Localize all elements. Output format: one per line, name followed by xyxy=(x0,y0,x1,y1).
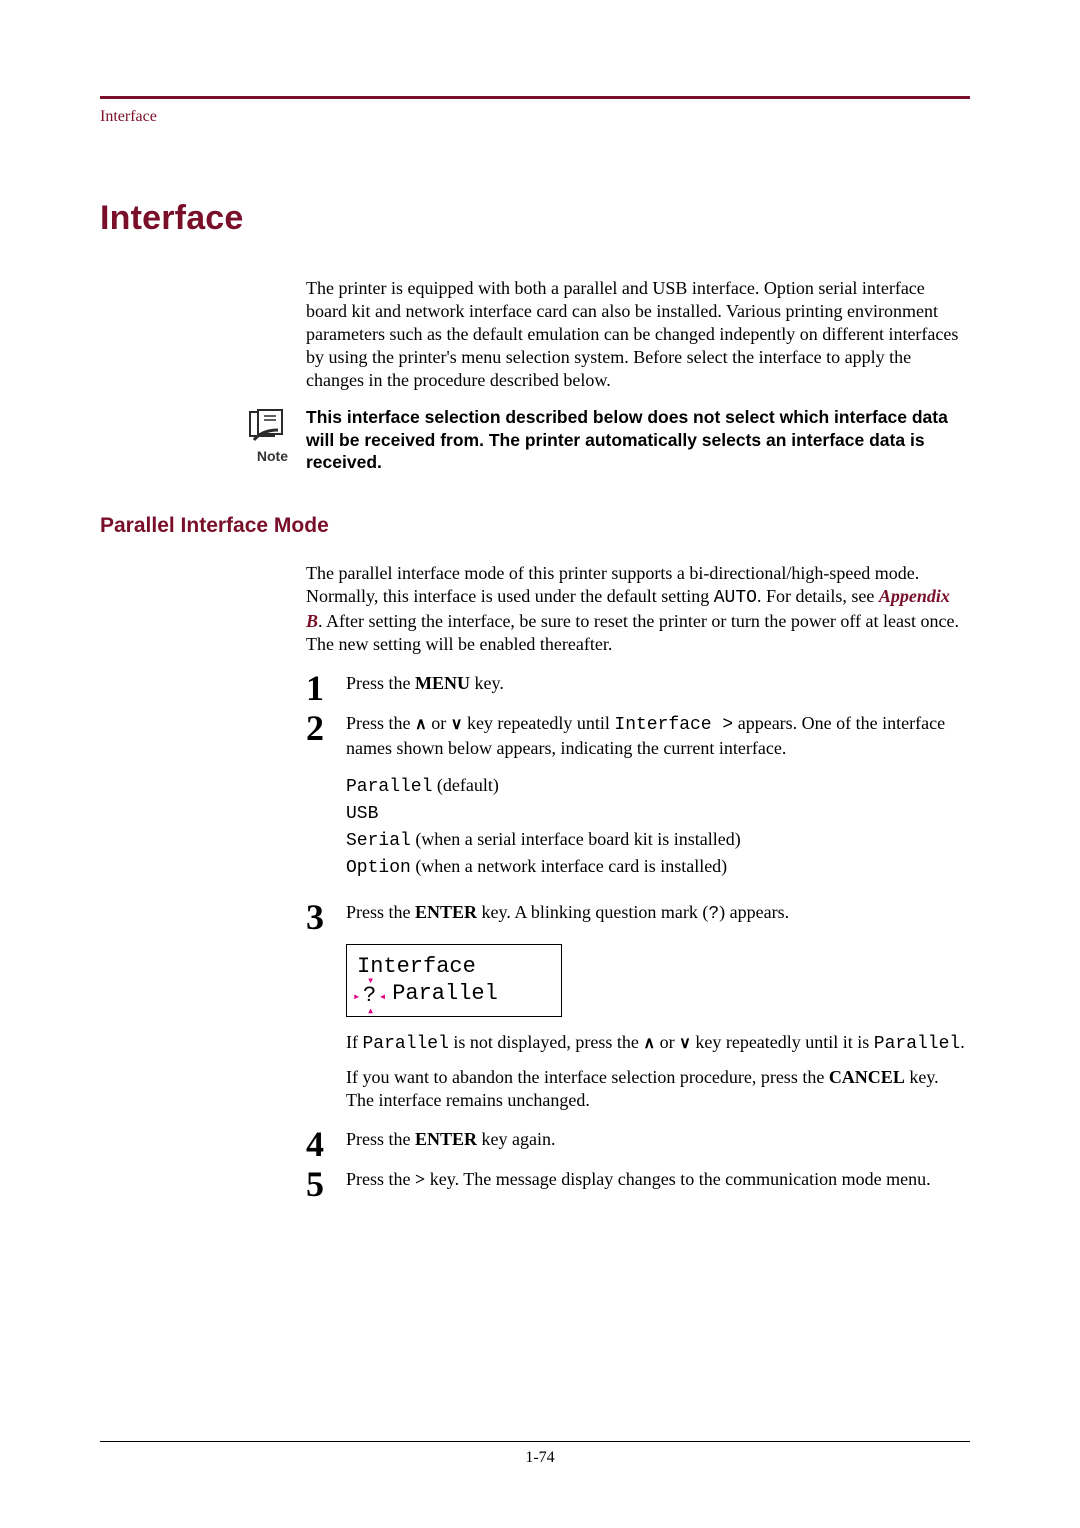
opt-usb: USB xyxy=(346,804,378,824)
opt-parallel: Parallel xyxy=(346,777,432,797)
note-icon-svg xyxy=(244,406,288,446)
down-arrow-icon: ∨ xyxy=(451,716,463,733)
parallel-intro: The parallel interface mode of this prin… xyxy=(306,562,970,656)
code-interface: Interface > xyxy=(614,715,733,735)
question-mark: ? xyxy=(708,904,719,924)
text: key repeatedly until xyxy=(462,713,614,733)
step-3b-text: If Parallel is not displayed, press the … xyxy=(346,1031,970,1056)
lcd-question-mark: ? xyxy=(363,982,376,1010)
step-3c-text: If you want to abandon the interface sel… xyxy=(346,1066,970,1112)
text: key. A blinking question mark ( xyxy=(477,902,708,922)
text: Press the xyxy=(346,673,415,693)
note-icon: Note xyxy=(100,406,306,466)
step-number: 2 xyxy=(306,710,346,894)
running-head: Interface xyxy=(100,107,970,127)
lcd-value: Parallel xyxy=(392,981,498,1006)
lcd-display: Interface ▾ ▸ ▴ ? ◂ Parallel xyxy=(346,944,562,1017)
step-number: 1 xyxy=(306,670,346,706)
code-parallel: Parallel xyxy=(874,1034,960,1054)
text: Press the xyxy=(346,902,415,922)
step-1: 1 Press the MENU key. xyxy=(306,670,970,706)
manual-page: Interface Interface The printer is equip… xyxy=(0,0,1080,1528)
text: . For details, see xyxy=(757,586,879,606)
interface-options: Parallel (default) USB Serial (when a se… xyxy=(346,774,970,880)
text: Press the xyxy=(346,1129,415,1149)
step-4: 4 Press the ENTER key again. xyxy=(306,1126,970,1162)
text: . xyxy=(960,1032,965,1052)
section-title: Interface xyxy=(100,197,970,241)
step-5-text: Press the > key. The message display cha… xyxy=(346,1168,970,1191)
text: or xyxy=(655,1032,679,1052)
step-number: 4 xyxy=(306,1126,346,1162)
right-key: > xyxy=(415,1169,425,1189)
text: or xyxy=(427,713,451,733)
text: key. The message display changes to the … xyxy=(425,1169,930,1189)
step-5: 5 Press the > key. The message display c… xyxy=(306,1166,970,1202)
page-number: 1-74 xyxy=(0,1448,1080,1468)
step-number: 3 xyxy=(306,899,346,1122)
lcd-line2: ▾ ▸ ▴ ? ◂ Parallel xyxy=(357,980,547,1008)
enter-key: ENTER xyxy=(415,1129,477,1149)
text: If xyxy=(346,1032,363,1052)
text: key again. xyxy=(477,1129,555,1149)
text: (when a network interface card is instal… xyxy=(411,856,727,876)
up-arrow-icon: ∧ xyxy=(415,716,427,733)
blink-arrow-icon: ◂ xyxy=(379,990,386,1005)
code-parallel: Parallel xyxy=(363,1034,449,1054)
text: Press the xyxy=(346,1169,415,1189)
note-block: Note This interface selection described … xyxy=(100,406,970,473)
enter-key: ENTER xyxy=(415,902,477,922)
code-auto: AUTO xyxy=(714,588,757,608)
text: If you want to abandon the interface sel… xyxy=(346,1067,829,1087)
text: Press the xyxy=(346,713,415,733)
sub-section-title: Parallel Interface Mode xyxy=(100,513,970,540)
menu-key: MENU xyxy=(415,673,470,693)
step-3-text: Press the ENTER key. A blinking question… xyxy=(346,901,970,926)
cancel-key: CANCEL xyxy=(829,1067,905,1087)
text: (default) xyxy=(432,775,498,795)
step-3: 3 Press the ENTER key. A blinking questi… xyxy=(306,899,970,1122)
lcd-line1: Interface xyxy=(357,953,547,981)
opt-serial: Serial xyxy=(346,831,411,851)
opt-option: Option xyxy=(346,858,411,878)
text: key. xyxy=(470,673,504,693)
top-rule xyxy=(100,96,970,99)
note-text: This interface selection described below… xyxy=(306,406,970,473)
bottom-rule xyxy=(100,1441,970,1442)
step-2: 2 Press the ∧ or ∨ key repeatedly until … xyxy=(306,710,970,894)
text: is not displayed, press the xyxy=(449,1032,643,1052)
down-arrow-icon: ∨ xyxy=(679,1035,691,1052)
step-number: 5 xyxy=(306,1166,346,1202)
step-2-text: Press the ∧ or ∨ key repeatedly until In… xyxy=(346,712,970,760)
text: key repeatedly until it is xyxy=(691,1032,874,1052)
blink-arrow-icon: ▸ xyxy=(353,990,360,1005)
step-4-text: Press the ENTER key again. xyxy=(346,1128,970,1151)
step-1-text: Press the MENU key. xyxy=(346,672,970,695)
text: ) appears. xyxy=(719,902,789,922)
text: . After setting the interface, be sure t… xyxy=(306,611,959,654)
intro-paragraph: The printer is equipped with both a para… xyxy=(306,277,970,392)
up-arrow-icon: ∧ xyxy=(643,1035,655,1052)
note-label: Note xyxy=(257,448,288,466)
text: (when a serial interface board kit is in… xyxy=(411,829,741,849)
